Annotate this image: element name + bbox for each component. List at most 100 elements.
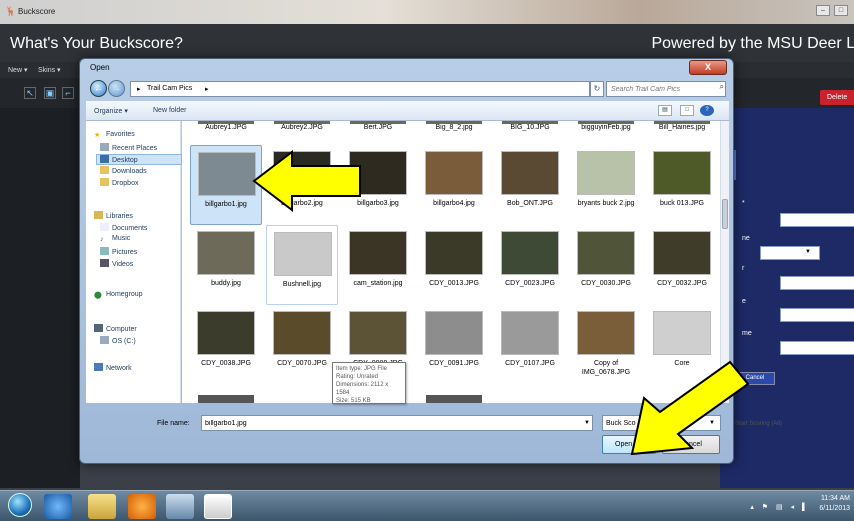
nav-computer[interactable]: Computer [94, 324, 137, 333]
nav-libraries[interactable]: Libraries [94, 211, 133, 220]
minimize-button[interactable]: ‒ [816, 5, 830, 16]
file-tile-bushnell-jpg[interactable]: Bushnell.jpg [266, 225, 338, 305]
maximize-button[interactable]: □ [834, 5, 848, 16]
tooltip-line: Item type: JPG File [336, 366, 388, 372]
address-bar[interactable]: ▸ Trail Cam Pics ▸ [130, 81, 590, 97]
nav-desktop[interactable]: Desktop [96, 154, 182, 165]
file-tile-cam-station-jpg[interactable]: cam_station.jpg [342, 225, 414, 305]
file-name: billgarbo1.jpg [205, 201, 247, 208]
tooltip-line: Rating: Unrated [336, 374, 379, 380]
file-name: billgarbo4.jpg [433, 200, 475, 207]
file-tile-cdy-0091-jpg[interactable]: CDY_0091.JPG [418, 305, 490, 385]
app-title-bar: 🦌 Buckscore ‒ □ [0, 0, 854, 24]
file-name: Aubrey1.JPG [205, 124, 247, 131]
back-arrow-icon[interactable]: ← [90, 80, 107, 97]
right-field-2[interactable] [780, 276, 854, 290]
file-name: CDY_0107.JPG [505, 360, 555, 367]
nav-pictures[interactable]: Pictures [100, 247, 137, 256]
delete-button[interactable]: Delete [820, 90, 854, 105]
view-options-icon[interactable]: ▤ [658, 105, 672, 116]
preview-pane-icon[interactable]: □ [680, 105, 694, 116]
nav-os-drive[interactable]: OS (C:) [100, 336, 136, 345]
nav-recent-places[interactable]: Recent Places [100, 143, 157, 152]
file-name: buck 013.JPG [660, 200, 704, 207]
nav-homegroup[interactable]: ⬤ Homegroup [94, 291, 143, 299]
file-tile-cdy-0013-jpg[interactable]: CDY_0013.JPG [418, 225, 490, 305]
right-field-1[interactable] [780, 213, 854, 227]
right-field-3[interactable] [780, 308, 854, 322]
file-tile-cdy-0032-jpg[interactable]: CDY_0032.JPG [646, 225, 718, 305]
file-tile-buddy-jpg[interactable]: buddy.jpg [190, 225, 262, 305]
image-thumbnail [577, 151, 635, 195]
file-tile-cdy-0107-jpg[interactable]: CDY_0107.JPG [494, 305, 566, 385]
breadcrumb-trail-cam-pics[interactable]: Trail Cam Pics [147, 85, 192, 92]
file-name: buddy.jpg [211, 280, 241, 287]
file-tile-cdy-0070-jpg[interactable]: CDY_0070.JPG [266, 305, 338, 385]
ie-taskbar-icon[interactable] [44, 494, 72, 519]
nav-documents[interactable]: Documents [100, 223, 147, 232]
recent-icon [100, 143, 109, 151]
file-tile-buck-013-jpg[interactable]: buck 013.JPG [646, 145, 718, 225]
image-thumbnail [349, 311, 407, 355]
right-select[interactable] [760, 246, 820, 260]
folder-icon [100, 178, 109, 186]
breadcrumb-sep[interactable]: ▸ [205, 85, 209, 93]
buckscore-taskbar-icon[interactable] [204, 494, 232, 519]
explorer-taskbar-icon[interactable] [88, 494, 116, 519]
organize-button[interactable]: Organize ▾ [94, 107, 128, 115]
app-logo-icon: 🦌 [5, 6, 17, 16]
file-name: CDY_0023.JPG [505, 280, 555, 287]
down-left-arrow-icon [630, 360, 750, 456]
image-thumbnail [198, 152, 256, 196]
app-header: What's Your Buckscore? Powered by the MS… [0, 24, 854, 62]
start-button[interactable] [8, 493, 32, 517]
file-name: Bert.JPG [363, 124, 393, 131]
taskbar-clock[interactable]: 11:34 AM 6/11/2013 [819, 494, 850, 514]
file-tile-billgarbo4-jpg[interactable]: billgarbo4.jpg [418, 145, 490, 225]
menu-new[interactable]: New ▾ [8, 66, 27, 74]
image-thumbnail [653, 151, 711, 195]
nav-music[interactable]: ♪ Music [100, 235, 130, 244]
nav-downloads[interactable]: Downloads [100, 166, 147, 175]
file-tile-bryants-buck-2-jpg[interactable]: bryants buck 2.jpg [570, 145, 642, 225]
scrollbar-thumb[interactable] [722, 199, 728, 229]
image-thumbnail [197, 311, 255, 355]
image-thumbnail [198, 395, 254, 403]
new-folder-button[interactable]: New folder [153, 107, 186, 114]
photo-taskbar-icon[interactable] [166, 494, 194, 519]
media-player-taskbar-icon[interactable] [128, 494, 156, 519]
nav-network[interactable]: Network [94, 363, 132, 372]
file-name: cam_station.jpg [353, 280, 403, 287]
drive-icon [100, 336, 109, 344]
forward-arrow-icon[interactable]: → [108, 80, 125, 97]
file-tile-bob-ont-jpg[interactable]: Bob_ONT.JPG [494, 145, 566, 225]
nav-dropbox[interactable]: Dropbox [100, 178, 138, 187]
dialog-close-button[interactable]: X [689, 60, 727, 75]
file-name: Bushnell.jpg [282, 281, 322, 288]
chevron-down-icon[interactable]: ▼ [584, 420, 590, 426]
computer-icon [94, 324, 103, 332]
thumbnail-strip [502, 121, 558, 124]
refresh-icon[interactable]: ↻ [590, 81, 604, 97]
file-name-input[interactable] [201, 415, 593, 431]
crop-tool-icon[interactable]: ⌐ [62, 87, 74, 99]
file-name: Big_8_2.jpg [435, 124, 473, 131]
search-input[interactable] [606, 81, 726, 97]
right-field-4[interactable] [780, 341, 854, 355]
downloads-icon [100, 166, 109, 174]
select-tool-icon[interactable]: ↖ [24, 87, 36, 99]
image-tool-icon[interactable]: ▣ [44, 87, 56, 99]
navigation-pane: ★ Favorites Recent Places Desktop Downloa… [86, 121, 182, 403]
address-row: ← → ▸ Trail Cam Pics ▸ ↻ ⌕ [86, 79, 729, 99]
search-icon[interactable]: ⌕ [720, 82, 724, 92]
clock-date: 6/11/2013 [819, 505, 850, 512]
file-tile-cdy-0030-jpg[interactable]: CDY_0030.JPG [570, 225, 642, 305]
documents-icon [100, 223, 109, 231]
nav-videos[interactable]: Videos [100, 259, 133, 268]
help-icon[interactable]: ? [700, 105, 714, 116]
file-tile-cdy-0038-jpg[interactable]: CDY_0038.JPG [190, 305, 262, 385]
system-tray[interactable]: ▴ ⚑ ▤ ◂ ▌ [750, 503, 810, 511]
menu-skins[interactable]: Skins ▾ [38, 66, 61, 74]
nav-favorites[interactable]: ★ Favorites [94, 131, 135, 139]
file-tile-cdy-0023-jpg[interactable]: CDY_0023.JPG [494, 225, 566, 305]
